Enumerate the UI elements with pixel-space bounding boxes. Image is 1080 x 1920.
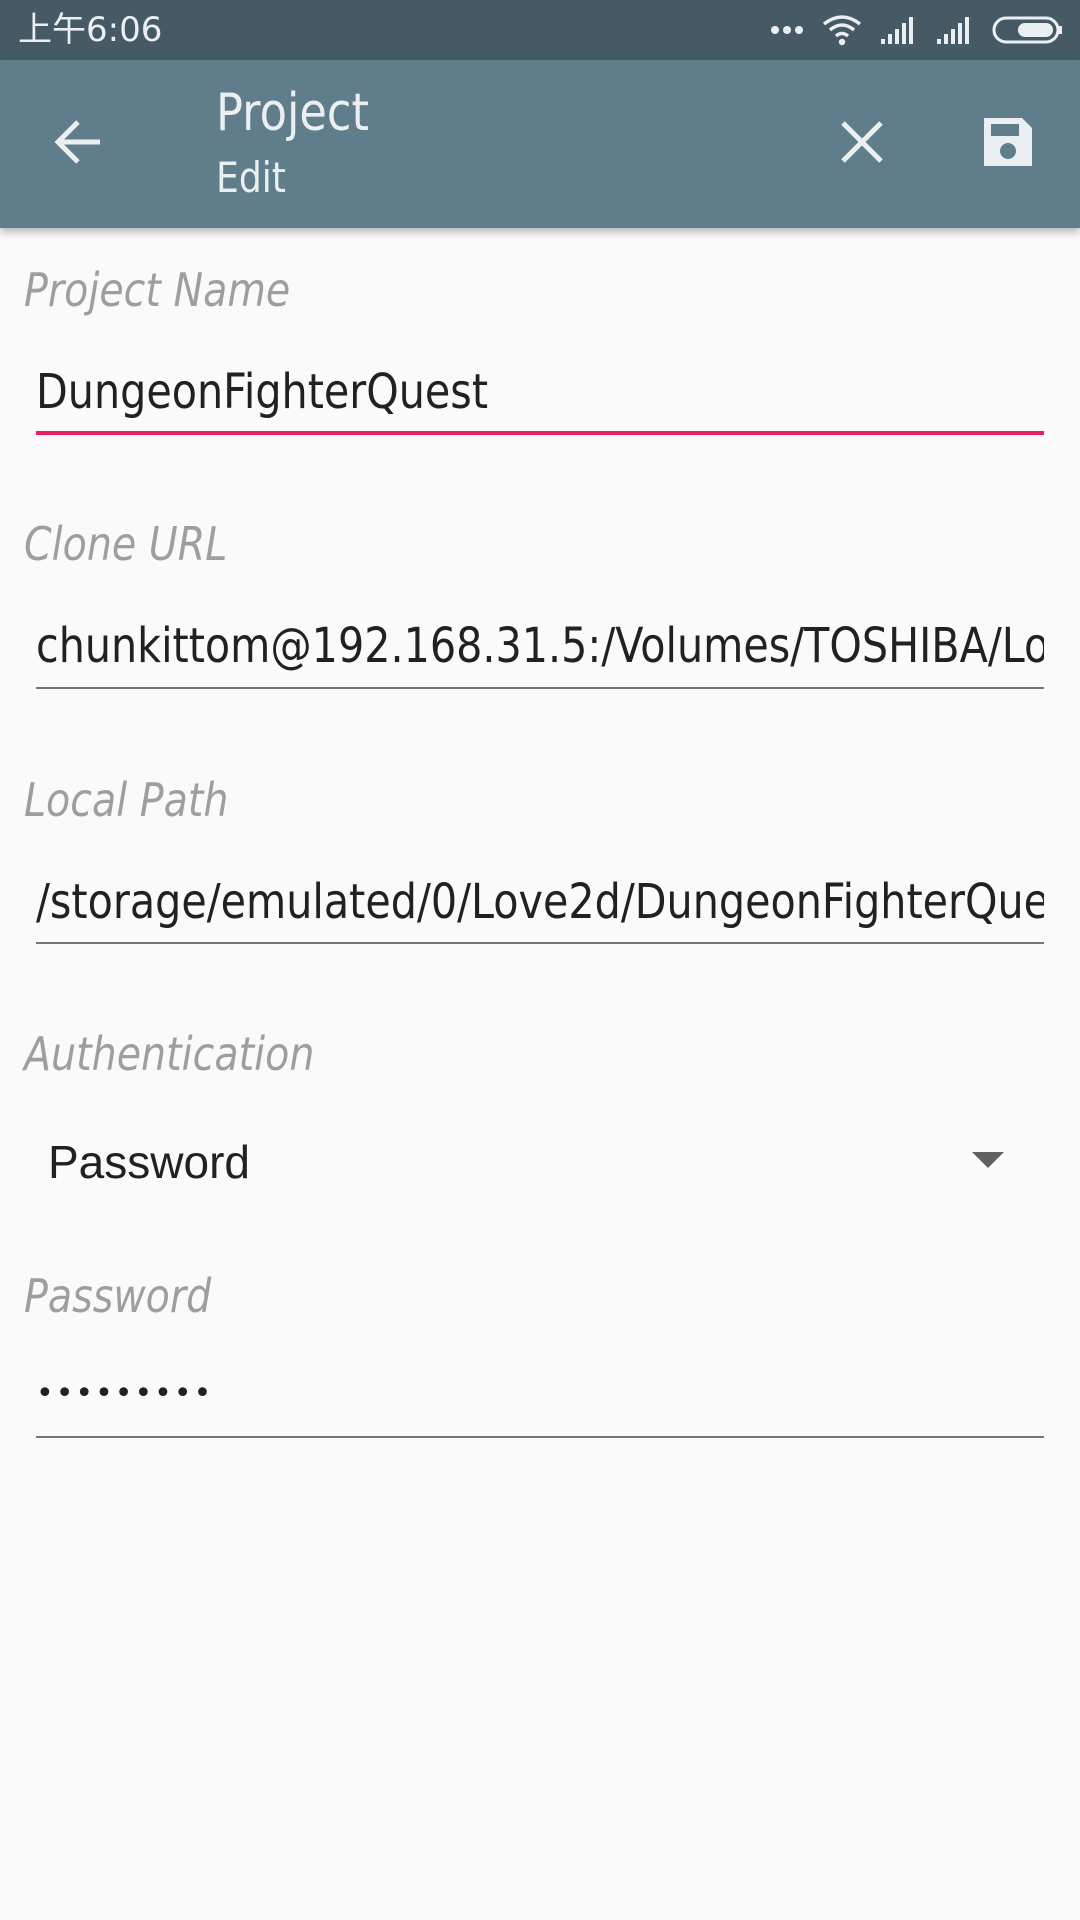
close-icon <box>839 119 885 170</box>
status-time: 上午6:06 <box>18 10 163 50</box>
clone-url-value: chunkittom@192.168.31.5:/Volumes/TOSHIBA… <box>36 618 1044 674</box>
project-name-input[interactable]: DungeonFighterQuest <box>36 360 1044 424</box>
local-path-underline <box>36 942 1044 944</box>
more-dots-icon <box>770 24 804 36</box>
app-bar: Project Edit <box>0 60 1080 228</box>
authentication-spinner[interactable]: Password <box>36 1130 1044 1194</box>
local-path-input[interactable]: /storage/emulated/0/Love2d/DungeonFighte… <box>36 870 1044 934</box>
back-button[interactable] <box>42 108 114 180</box>
project-name-underline <box>36 431 1044 435</box>
password-label: Password <box>24 1269 212 1323</box>
save-icon <box>980 114 1036 175</box>
password-input[interactable]: ••••••••• <box>36 1366 213 1422</box>
project-name-label: Project Name <box>24 263 291 317</box>
password-underline <box>36 1436 1044 1438</box>
dropdown-arrow-icon <box>972 1152 1004 1175</box>
signal-icon <box>880 15 918 45</box>
close-button[interactable] <box>826 108 898 180</box>
local-path-label: Local Path <box>24 773 229 827</box>
clone-url-underline <box>36 687 1044 689</box>
status-icons <box>770 12 1064 48</box>
battery-icon <box>992 15 1064 45</box>
wifi-icon <box>822 14 862 46</box>
save-button[interactable] <box>972 108 1044 180</box>
clone-url-label: Clone URL <box>24 517 228 571</box>
arrow-back-icon <box>52 116 104 173</box>
status-bar: 上午6:06 <box>0 0 1080 60</box>
authentication-selected: Password <box>48 1136 250 1188</box>
title-block: Project Edit <box>216 78 394 208</box>
signal-icon <box>936 15 974 45</box>
page-subtitle: Edit <box>216 153 286 202</box>
local-path-value: /storage/emulated/0/Love2d/DungeonFighte… <box>36 874 1044 930</box>
authentication-label: Authentication <box>24 1027 315 1081</box>
page-title: Project <box>216 83 370 143</box>
clone-url-input[interactable]: chunkittom@192.168.31.5:/Volumes/TOSHIBA… <box>36 614 1044 678</box>
project-name-value: DungeonFighterQuest <box>36 364 489 420</box>
